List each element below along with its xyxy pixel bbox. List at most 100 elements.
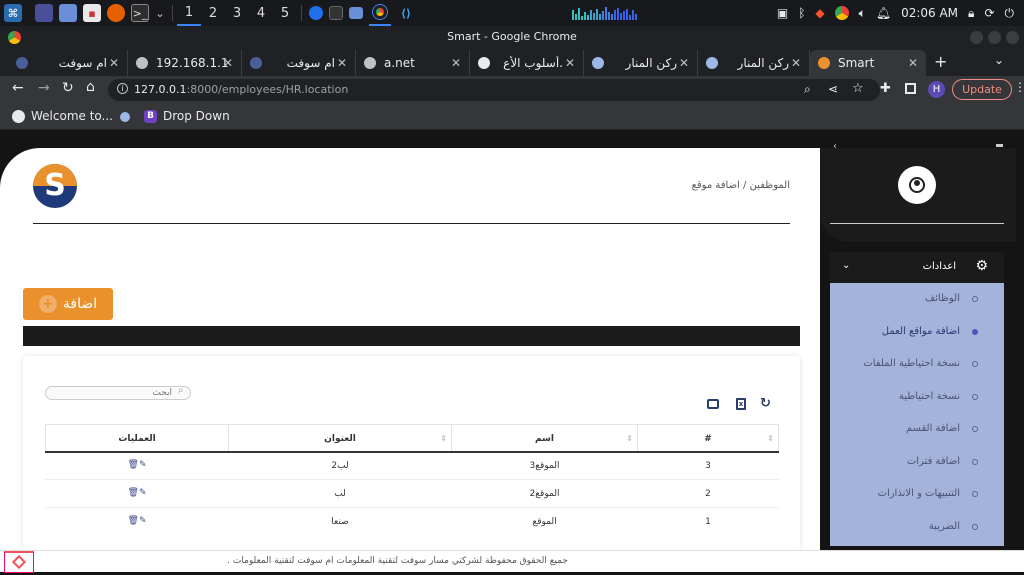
collapse-sidebar-icon[interactable]: ‹ — [833, 141, 837, 152]
settings-menu-header[interactable]: ⌄ اعدادات ⚙ — [830, 252, 1004, 283]
user-avatar[interactable] — [898, 166, 936, 204]
header-underline — [45, 451, 779, 453]
tab-msoft-2[interactable]: ام سوفت ✕ — [242, 50, 356, 76]
sidebar-item-backup[interactable]: نسخة احتياطية — [830, 387, 1004, 407]
forward-arrow-icon[interactable]: → — [38, 80, 50, 96]
update-button[interactable]: Update — [952, 79, 1012, 100]
workspace-4[interactable]: 4 — [249, 0, 273, 26]
vscode-window-icon[interactable]: ⟨⟩ — [397, 4, 415, 22]
volume-icon[interactable]: 🔈︎ — [859, 6, 866, 21]
search-box[interactable]: ⌕ — [45, 385, 191, 400]
refresh-icon[interactable]: ↻ — [760, 396, 771, 411]
home-icon[interactable]: ⌂ — [86, 79, 95, 95]
show-desktop-icon[interactable] — [35, 4, 53, 22]
workspace-2[interactable]: 2 — [201, 0, 225, 26]
back-arrow-icon[interactable]: ← — [12, 80, 24, 96]
chrome-tray-icon[interactable] — [834, 6, 849, 20]
tab-router[interactable]: 192.168.1.1 ✕ — [128, 50, 242, 76]
sidebar-item-file-backup[interactable]: نسخة احتياطية الملفات — [830, 354, 1004, 374]
close-icon[interactable]: ✕ — [337, 56, 347, 70]
notification-bell-icon[interactable]: 🔔︎ — [876, 6, 891, 20]
file-manager-icon[interactable] — [59, 4, 77, 22]
kebab-menu-icon[interactable]: ⋮ — [1014, 80, 1024, 94]
screenshot-icon[interactable]: ▣ — [777, 6, 788, 20]
url-text[interactable]: 127.0.0.1:8000/employees/HR.location — [134, 83, 348, 96]
close-icon[interactable]: ✕ — [109, 56, 119, 70]
table-row-actions[interactable]: 🗑︎✎ — [45, 488, 229, 498]
table-row-actions[interactable]: 🗑︎✎ — [45, 516, 229, 526]
tab-search-chevron-icon[interactable]: ⌄ — [994, 53, 1004, 67]
folder-window-icon[interactable] — [349, 7, 363, 19]
document-viewer-icon[interactable]: ▪ — [83, 4, 101, 22]
sidebar-item-alerts[interactable]: التنبيهات و الانذارات — [830, 484, 1004, 504]
reload-icon[interactable]: ↻ — [62, 80, 74, 96]
lock-icon[interactable]: 🔒︎ — [968, 6, 974, 21]
smart-favicon-icon — [818, 57, 830, 69]
sidebar-item-periods[interactable]: اضافة فترات — [830, 452, 1004, 472]
globe-icon — [12, 109, 25, 123]
copyright-text: جميع الحقوق محفوظة لشركتي مسار سوفت لتقن… — [227, 556, 568, 566]
close-icon[interactable]: ✕ — [908, 56, 918, 70]
close-window-button[interactable] — [1006, 31, 1019, 44]
column-header-address[interactable]: العنوان ⇕ — [228, 424, 452, 452]
close-icon[interactable]: ✕ — [791, 56, 801, 70]
share-icon[interactable]: ⋖ — [828, 82, 838, 96]
tab-anet[interactable]: a.net ✕ — [356, 50, 470, 76]
extensions-icon[interactable]: ✚ — [880, 81, 891, 96]
add-button[interactable]: + اضافة — [23, 288, 113, 320]
excel-export-icon[interactable]: x — [736, 398, 746, 410]
tab-smart[interactable]: Smart ✕ — [810, 50, 926, 76]
tab-msoft-1[interactable]: ام سوفت ✕ — [8, 50, 128, 76]
bookmark-star-icon[interactable]: ☆ — [852, 81, 864, 96]
firefox-icon[interactable] — [107, 4, 125, 22]
column-header-name[interactable]: اسم ⇕ — [451, 424, 638, 452]
clock[interactable]: 02:06 AM — [901, 6, 958, 20]
workspace-5[interactable]: 5 — [273, 0, 297, 26]
terminal-icon[interactable]: >_ — [131, 4, 149, 22]
table-cell-number: 3 — [705, 461, 711, 471]
app-switcher-icon[interactable] — [309, 6, 323, 20]
minimize-button[interactable] — [970, 31, 983, 44]
terminal-window-icon[interactable] — [329, 6, 343, 20]
bookmark-dropdown[interactable]: B Drop Down — [144, 109, 230, 123]
bluetooth-icon[interactable]: ᛒ — [798, 6, 805, 20]
workspace-1[interactable]: 1 — [177, 0, 201, 26]
tab-manar-2[interactable]: ركن المنار ✕ — [698, 50, 810, 76]
refresh-session-icon[interactable]: ⟳ — [984, 6, 994, 20]
table-row-actions[interactable]: 🗑︎✎ — [45, 460, 229, 470]
site-info-icon[interactable]: i — [117, 83, 128, 94]
sidebar-item-departments[interactable]: اضافة القسم — [830, 419, 1004, 439]
table-cell-number: 1 — [705, 517, 711, 527]
tab-style[interactable]: أسلوب الأع. ✕ — [470, 50, 584, 76]
tab-favicon-icon — [250, 57, 262, 69]
side-panel-icon[interactable] — [905, 83, 916, 94]
sidebar-item-jobs[interactable]: الوظائف — [830, 289, 1004, 309]
bookmark-folder-icon[interactable] — [120, 112, 130, 122]
column-header-number[interactable]: # ⇕ — [637, 424, 779, 452]
table-cell-name: الموقع3 — [529, 461, 560, 471]
sidebar-item-tax[interactable]: الضريبة — [830, 517, 1004, 537]
maximize-button[interactable] — [988, 31, 1001, 44]
search-input[interactable] — [52, 387, 172, 399]
close-icon[interactable]: ✕ — [565, 56, 575, 70]
print-icon[interactable] — [707, 399, 719, 409]
sort-icon: ⇕ — [767, 434, 774, 443]
bookmark-welcome[interactable]: Welcome to... — [12, 109, 113, 123]
workspace-3[interactable]: 3 — [225, 0, 249, 26]
chrome-window-icon[interactable] — [369, 0, 391, 26]
brave-icon[interactable]: ◆ — [815, 6, 824, 20]
user-circle-icon — [909, 177, 925, 193]
app-launcher-icon[interactable]: ⌘ — [4, 4, 22, 22]
column-header-actions[interactable]: العمليات — [45, 424, 229, 452]
zoom-search-icon[interactable]: ⌕ — [804, 82, 811, 97]
close-icon[interactable]: ✕ — [451, 56, 461, 70]
new-tab-plus-icon[interactable]: + — [934, 52, 947, 71]
power-icon[interactable]: ⏻ — [1005, 6, 1015, 21]
chevron-down-icon[interactable]: ⌄ — [155, 4, 165, 22]
profile-avatar[interactable]: H — [928, 81, 945, 98]
tab-manar-1[interactable]: ركن المنار ✕ — [584, 50, 698, 76]
sidebar-menu-icon[interactable] — [996, 144, 1003, 147]
close-icon[interactable]: ✕ — [679, 56, 689, 70]
close-icon[interactable]: ✕ — [223, 56, 233, 70]
sidebar-item-work-locations[interactable]: اضافة مواقع العمل — [830, 322, 1004, 342]
